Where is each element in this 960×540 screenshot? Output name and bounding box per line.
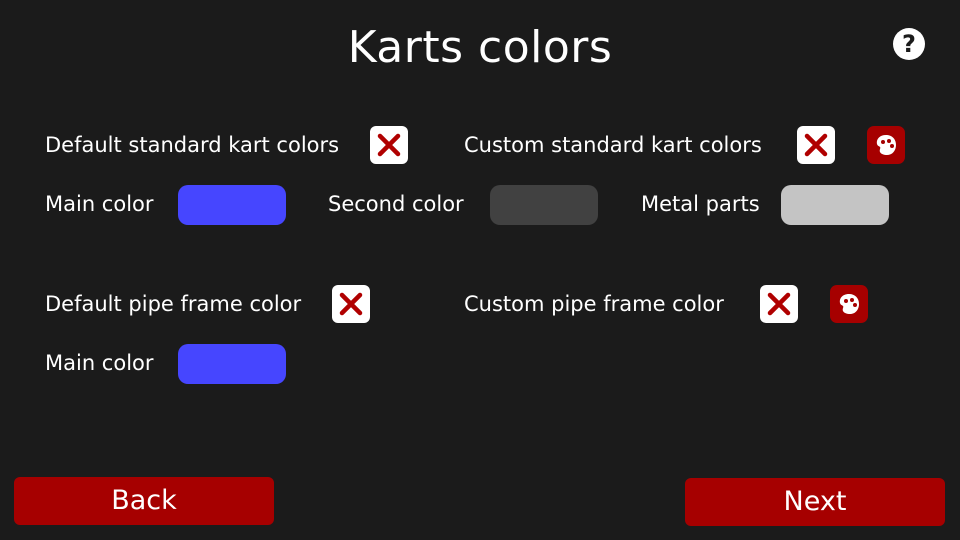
- pipe-frame-paint-button[interactable]: [830, 285, 868, 323]
- x-mark-icon: [377, 133, 401, 157]
- custom-standard-kart-label: Custom standard kart colors: [464, 133, 762, 157]
- standard-main-color-label: Main color: [45, 192, 154, 216]
- page-title: Karts colors: [347, 22, 613, 73]
- default-pipe-frame-label: Default pipe frame color: [45, 292, 302, 316]
- kart-colors-screen: Karts colors ? Default standard kart col…: [0, 0, 960, 540]
- custom-standard-kart-checkbox[interactable]: [797, 126, 835, 164]
- next-button[interactable]: Next: [685, 478, 945, 526]
- default-standard-kart-label: Default standard kart colors: [45, 133, 340, 157]
- paint-palette-icon: [876, 135, 896, 155]
- second-color-label: Second color: [328, 192, 464, 216]
- help-icon[interactable]: ?: [893, 28, 925, 60]
- x-mark-icon: [339, 292, 363, 316]
- pipe-main-color-label: Main color: [45, 351, 154, 375]
- metal-parts-label: Metal parts: [641, 192, 760, 216]
- default-pipe-frame-checkbox[interactable]: [332, 285, 370, 323]
- paint-palette-icon: [839, 294, 859, 314]
- standard-main-color-swatch[interactable]: [178, 185, 286, 225]
- standard-kart-paint-button[interactable]: [867, 126, 905, 164]
- x-mark-icon: [767, 292, 791, 316]
- custom-pipe-frame-label: Custom pipe frame color: [464, 292, 724, 316]
- x-mark-icon: [804, 133, 828, 157]
- custom-pipe-frame-checkbox[interactable]: [760, 285, 798, 323]
- second-color-swatch[interactable]: [490, 185, 598, 225]
- metal-parts-color-swatch[interactable]: [781, 185, 889, 225]
- back-button[interactable]: Back: [14, 477, 274, 525]
- default-standard-kart-checkbox[interactable]: [370, 126, 408, 164]
- pipe-main-color-swatch[interactable]: [178, 344, 286, 384]
